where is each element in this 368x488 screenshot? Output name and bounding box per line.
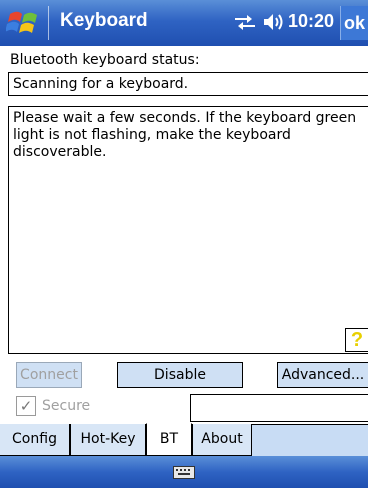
connectivity-icon[interactable] [232, 10, 258, 34]
title-separator [48, 6, 49, 40]
message-box: Please wait a few seconds. If the keyboa… [8, 106, 368, 354]
clock[interactable]: 10:20 [288, 11, 334, 32]
connect-button[interactable]: Connect [16, 362, 82, 388]
ok-button[interactable]: ok [340, 6, 368, 40]
keyboard-icon[interactable] [173, 466, 195, 479]
windows-flag-icon[interactable] [6, 6, 40, 40]
secure-input[interactable] [190, 394, 368, 422]
status-label: Bluetooth keyboard status: [10, 52, 200, 68]
status-field: Scanning for a keyboard. [8, 72, 368, 96]
title-bar: Keyboard 10:20 ok [0, 0, 368, 46]
advanced-button[interactable]: Advanced... [277, 362, 368, 388]
tab-hot-key[interactable]: Hot-Key [70, 424, 146, 456]
tab-config[interactable]: Config [0, 424, 70, 456]
tab-about[interactable]: About [192, 424, 252, 456]
volume-icon[interactable] [262, 10, 284, 34]
help-icon[interactable]: ? [345, 328, 368, 352]
disable-button[interactable]: Disable [117, 362, 243, 388]
secure-checkbox[interactable]: ✓ [16, 396, 36, 416]
window-title: Keyboard [60, 10, 148, 31]
secure-label: Secure [42, 398, 91, 414]
tab-bt[interactable]: BT [146, 423, 192, 456]
